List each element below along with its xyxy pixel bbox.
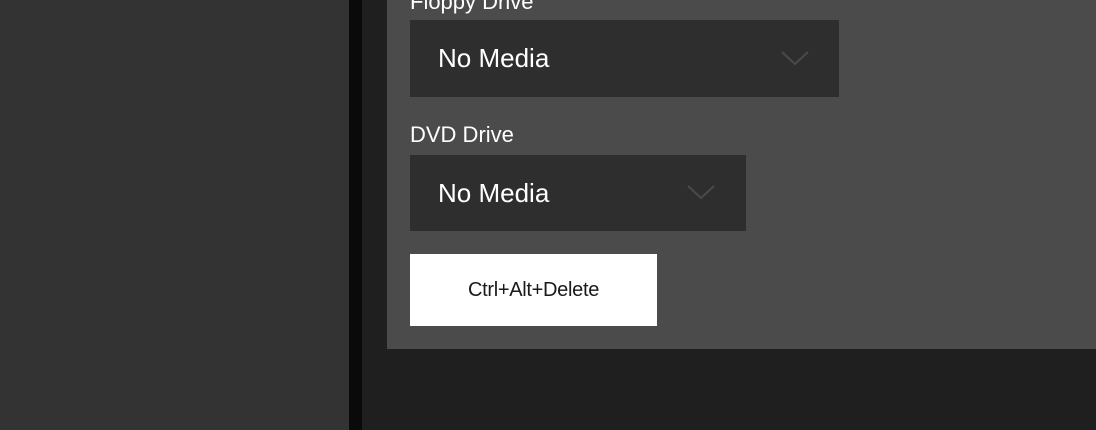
chevron-down-icon [781,50,809,65]
floppy-drive-selected-value: No Media [438,43,550,73]
dvd-drive-select[interactable]: No Media [410,155,746,231]
left-sidebar-pane [0,0,349,430]
ctrl-alt-delete-button[interactable]: Ctrl+Alt+Delete [410,254,657,326]
dvd-drive-selected-value: No Media [438,177,550,208]
dvd-drive-label: DVD Drive [410,122,514,147]
floppy-drive-label: Floppy Drive [410,0,534,14]
pane-divider[interactable] [349,0,362,430]
chevron-down-icon [687,185,715,200]
floppy-drive-select[interactable]: No Media [410,20,839,97]
